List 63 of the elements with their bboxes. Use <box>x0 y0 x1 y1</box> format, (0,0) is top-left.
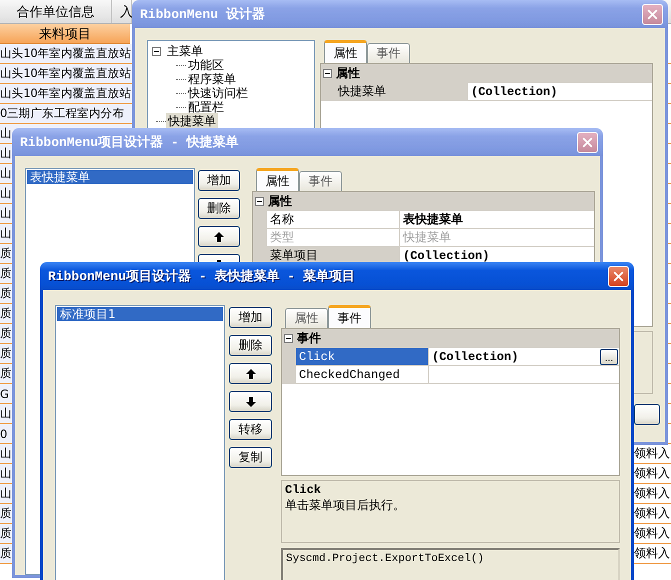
list-item[interactable]: 标准项目1 <box>57 307 223 321</box>
table-cell: 山头10年室内覆盖直放站 <box>0 84 132 104</box>
table-cell: 领料入 <box>633 524 671 544</box>
table-cell: 领料入 <box>633 544 671 564</box>
property-category: 属性 <box>336 65 360 82</box>
property-value: (Collection) <box>470 84 558 98</box>
description-title: Click <box>285 483 322 497</box>
collapse-icon[interactable] <box>323 69 332 78</box>
property-value: 表快捷菜单 <box>402 212 463 228</box>
action-button[interactable]: 删除 <box>229 335 272 356</box>
tab[interactable]: 事件 <box>367 43 410 63</box>
action-button[interactable]: 增加 <box>198 170 240 191</box>
up-arrow-icon <box>214 232 224 242</box>
list-item[interactable]: 表快捷菜单 <box>27 170 193 184</box>
collapse-icon[interactable] <box>284 334 293 343</box>
action-button[interactable]: 复制 <box>229 447 272 468</box>
column-header[interactable]: 合作单位信息 <box>0 0 112 23</box>
tab[interactable]: 属性 <box>256 168 299 191</box>
tree-item[interactable]: 功能区 <box>186 56 226 74</box>
ellipsis-button[interactable]: ... <box>600 348 618 364</box>
close-button[interactable] <box>577 132 598 152</box>
window-title: RibbonMenu 设计器 <box>140 6 265 23</box>
action-button[interactable]: 增加 <box>229 307 272 328</box>
table-cell: 领料入 <box>633 504 671 524</box>
tab[interactable]: 属性 <box>324 40 367 63</box>
action-button[interactable]: 转移 <box>229 419 272 440</box>
move-up-button[interactable] <box>198 226 240 247</box>
property-name[interactable]: 名称 <box>253 211 400 229</box>
property-value: (Collection) <box>431 350 518 364</box>
close-button[interactable] <box>642 4 663 24</box>
property-value: (Collection) <box>402 248 490 262</box>
description-text: 单击菜单项目后执行。 <box>285 497 405 514</box>
code-field[interactable]: Syscmd.Project.ExportToExcel() <box>281 548 620 580</box>
tree-item[interactable]: 快捷菜单 <box>166 112 218 130</box>
tree-item[interactable]: 配置栏 <box>186 98 226 116</box>
table-cell: 领料入 <box>633 444 671 464</box>
table-cell: 山头10年室内覆盖直放站 <box>0 44 132 64</box>
property-value: 快捷菜单 <box>402 230 451 246</box>
tab[interactable]: 事件 <box>299 171 342 191</box>
tab[interactable]: 事件 <box>328 305 371 328</box>
property-category: 属性 <box>268 193 292 210</box>
collapse-icon[interactable] <box>255 197 264 206</box>
table-cell: 领料入 <box>633 464 671 484</box>
dialog-button[interactable] <box>634 404 660 425</box>
table-cell: 山头10年室内覆盖直放站 <box>0 64 132 84</box>
collapse-icon[interactable] <box>152 46 161 56</box>
tree-item[interactable]: 主菜单 <box>165 42 205 60</box>
close-button[interactable] <box>608 266 629 286</box>
tree-item[interactable]: 快速访问栏 <box>186 84 250 102</box>
table-cell: 0三期广东工程室内分布 <box>0 104 132 124</box>
down-arrow-icon <box>246 396 256 406</box>
action-button[interactable]: 删除 <box>198 198 240 219</box>
table-cell: 领料入 <box>633 484 671 504</box>
property-name[interactable]: 快捷菜单 <box>321 83 468 101</box>
property-category: 事件 <box>297 330 321 347</box>
property-name[interactable]: Click <box>282 348 429 366</box>
tab[interactable]: 属性 <box>285 308 328 328</box>
tree-item[interactable]: 程序菜单 <box>186 70 238 88</box>
property-name[interactable]: CheckedChanged <box>282 366 429 384</box>
move-down-button[interactable] <box>229 391 272 412</box>
up-arrow-icon <box>246 368 256 378</box>
move-up-button[interactable] <box>229 363 272 384</box>
group-header: 来料项目 <box>0 24 130 44</box>
